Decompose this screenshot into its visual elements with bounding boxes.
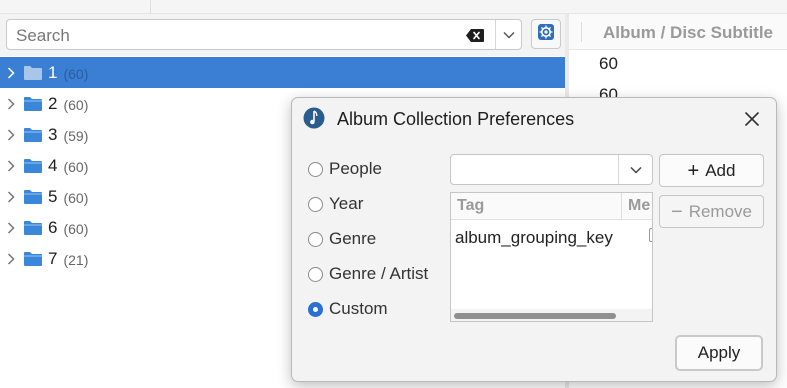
column-header-tag[interactable]: Tag bbox=[457, 197, 484, 215]
tree-item-label: 6 bbox=[48, 217, 58, 237]
app-icon bbox=[303, 107, 325, 129]
top-strip-divider bbox=[150, 0, 151, 14]
search-row: Search bbox=[0, 14, 565, 56]
tree-item-label: 4 bbox=[48, 155, 58, 175]
apply-button-label: Apply bbox=[697, 343, 741, 362]
radio-custom[interactable]: Custom bbox=[308, 297, 388, 321]
chevron-right-icon[interactable] bbox=[0, 159, 22, 172]
tree-item-label: 7 bbox=[48, 248, 58, 268]
radio-genre-artist[interactable]: Genre / Artist bbox=[308, 262, 428, 286]
tree-item-label: 1 bbox=[48, 62, 58, 82]
column-cell: 60 bbox=[599, 54, 618, 73]
table-cell[interactable]: album_grouping_key bbox=[455, 228, 613, 248]
chevron-right-icon[interactable] bbox=[0, 128, 22, 141]
folder-icon bbox=[24, 220, 42, 235]
chevron-right-icon[interactable] bbox=[0, 66, 22, 79]
add-button-label: Add bbox=[705, 160, 736, 180]
radio-button[interactable] bbox=[308, 161, 323, 177]
remove-button-label: Remove bbox=[688, 201, 752, 221]
column-header[interactable]: Album / Disc Subtitle bbox=[569, 14, 787, 50]
radio-label: Genre bbox=[329, 229, 377, 248]
radio-button[interactable] bbox=[308, 301, 323, 317]
radio-button[interactable] bbox=[308, 196, 323, 212]
search-input[interactable]: Search bbox=[16, 26, 70, 46]
chevron-down-icon[interactable] bbox=[496, 20, 522, 49]
tree-item-count: (60) bbox=[63, 220, 89, 237]
tree-item-count: (59) bbox=[63, 127, 89, 144]
apply-button[interactable]: Apply bbox=[675, 335, 763, 371]
horizontal-scrollbar[interactable] bbox=[451, 309, 652, 321]
chevron-right-icon[interactable] bbox=[0, 190, 22, 203]
radio-label: Custom bbox=[329, 299, 388, 318]
column-header-second[interactable]: Me bbox=[628, 197, 650, 215]
table-header: Tag Me bbox=[451, 193, 652, 220]
tree-item-count: (21) bbox=[63, 251, 89, 268]
plus-icon: + bbox=[687, 159, 700, 182]
tree-item-count: (60) bbox=[63, 189, 89, 206]
clear-search-icon[interactable] bbox=[462, 26, 488, 44]
chevron-right-icon[interactable] bbox=[0, 252, 22, 265]
folder-icon bbox=[24, 127, 42, 142]
top-strip bbox=[0, 0, 787, 14]
search-box[interactable]: Search bbox=[6, 19, 522, 50]
radio-genre[interactable]: Genre bbox=[308, 227, 376, 251]
tree-item-count: (60) bbox=[63, 158, 89, 175]
tree-item[interactable]: 1 (60) bbox=[0, 57, 565, 88]
preferences-button[interactable] bbox=[531, 19, 561, 49]
tree-item-count: (60) bbox=[63, 96, 89, 113]
album-collection-preferences-dialog: Album Collection Preferences People Year… bbox=[291, 97, 777, 382]
radio-button[interactable] bbox=[308, 231, 323, 247]
column-separator bbox=[621, 193, 622, 220]
tag-table: Tag Me album_grouping_key bbox=[450, 192, 653, 322]
folder-icon bbox=[24, 189, 42, 204]
chevron-down-icon[interactable] bbox=[619, 155, 653, 184]
radio-label: Genre / Artist bbox=[329, 264, 429, 283]
remove-button[interactable]: − Remove bbox=[659, 195, 764, 228]
column-separator bbox=[581, 22, 582, 42]
folder-icon bbox=[24, 158, 42, 173]
chevron-right-icon[interactable] bbox=[0, 221, 22, 234]
dialog-title: Album Collection Preferences bbox=[337, 109, 575, 129]
folder-icon bbox=[24, 96, 42, 111]
radio-year[interactable]: Year bbox=[308, 192, 363, 216]
minus-icon: − bbox=[671, 200, 683, 223]
radio-label: Year bbox=[329, 194, 364, 213]
radio-people[interactable]: People bbox=[308, 157, 382, 181]
column-header-label: Album / Disc Subtitle bbox=[603, 23, 774, 42]
scrollbar-thumb[interactable] bbox=[454, 313, 616, 319]
tree-item-label: 5 bbox=[48, 186, 58, 206]
close-icon[interactable] bbox=[739, 106, 765, 132]
tree-item-label: 2 bbox=[48, 93, 58, 113]
tree-item-label: 3 bbox=[48, 124, 58, 144]
radio-label: People bbox=[329, 159, 382, 178]
tag-combobox[interactable] bbox=[450, 154, 653, 185]
row-checkbox[interactable] bbox=[649, 228, 652, 242]
add-button[interactable]: + Add bbox=[659, 154, 764, 187]
preferences-icon bbox=[537, 23, 555, 46]
chevron-right-icon[interactable] bbox=[0, 97, 22, 110]
radio-button[interactable] bbox=[308, 266, 323, 282]
folder-icon bbox=[24, 251, 42, 266]
folder-icon bbox=[24, 65, 42, 80]
tree-item-count: (60) bbox=[63, 65, 89, 82]
